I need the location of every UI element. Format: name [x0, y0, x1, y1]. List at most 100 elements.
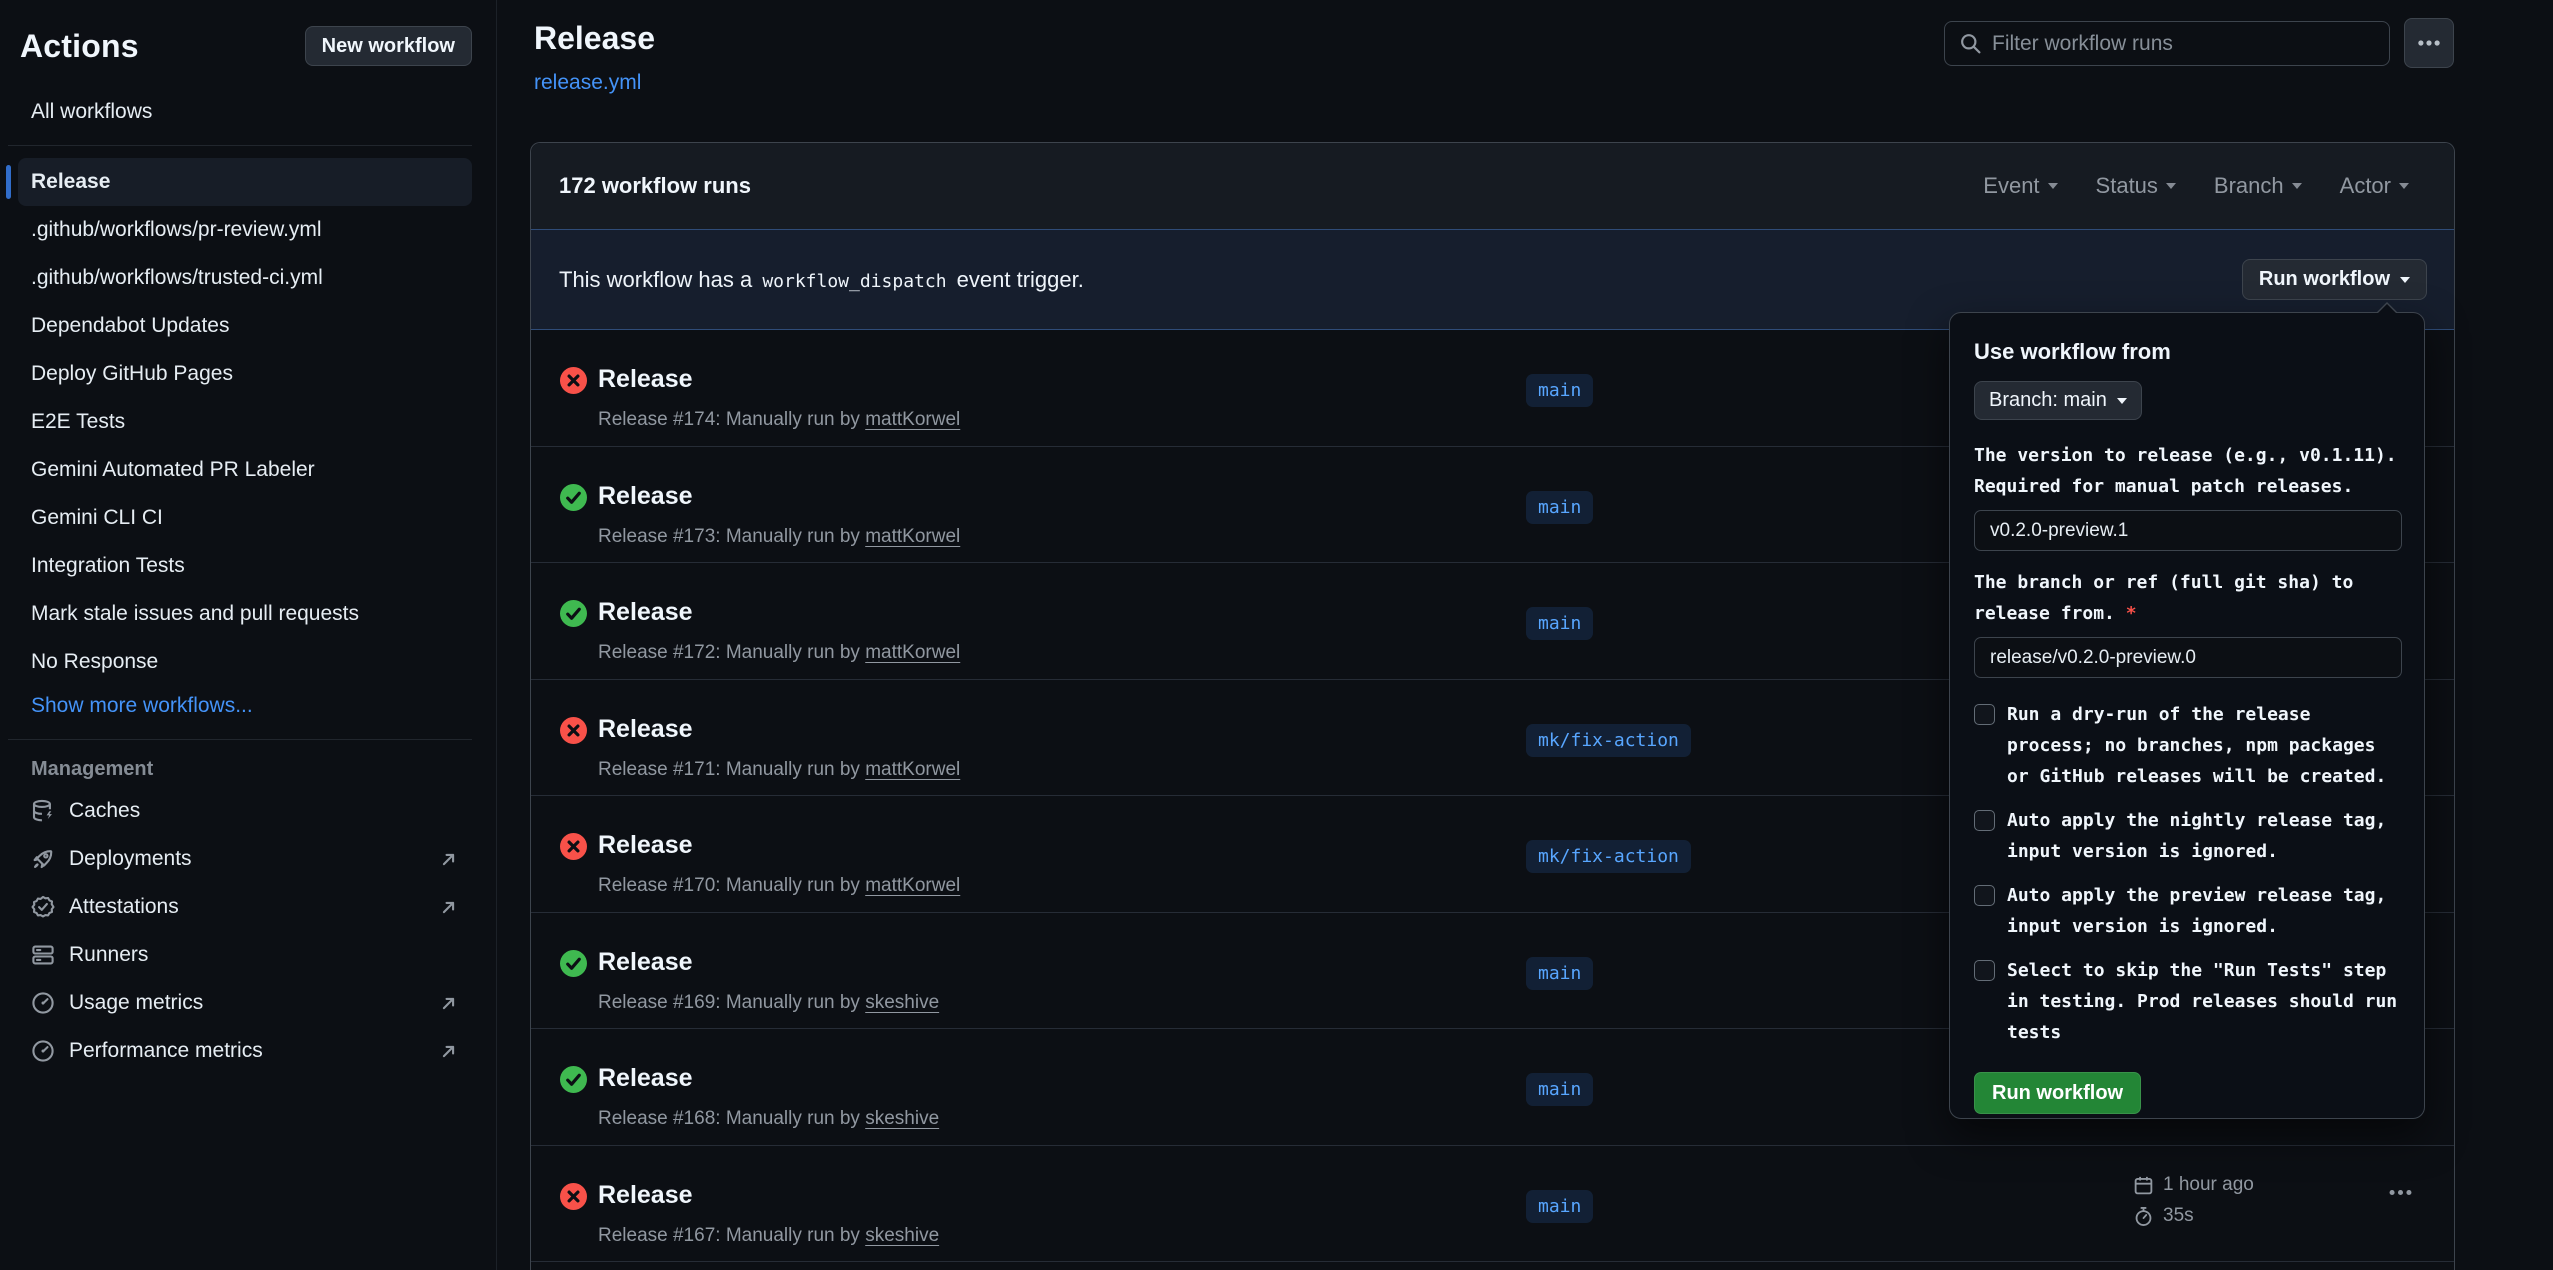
- server-icon: [31, 943, 55, 967]
- run-actor-link[interactable]: skeshive: [865, 1225, 939, 1246]
- banner-text: This workflow has a workflow_dispatch ev…: [559, 267, 1084, 293]
- filter-event[interactable]: Event: [1983, 173, 2057, 199]
- workflow-input-checkbox-row: Auto apply the preview release tag, inpu…: [1974, 880, 2400, 942]
- branch-badge[interactable]: main: [1526, 491, 1593, 524]
- check-circle-icon: [560, 600, 587, 627]
- workflow-options-kebab-button[interactable]: [2404, 18, 2454, 68]
- run-actor-link[interactable]: skeshive: [865, 992, 939, 1013]
- run-title-link[interactable]: Release: [598, 831, 693, 860]
- chevron-down-icon: [2400, 277, 2410, 283]
- management-item-performance-metrics[interactable]: Performance metrics: [18, 1027, 472, 1075]
- workflow-input-checkbox-row: Run a dry-run of the release process; no…: [1974, 699, 2400, 792]
- cache-icon: [31, 799, 55, 823]
- arrow-up-right-icon: [438, 1041, 459, 1062]
- x-circle-icon: [560, 833, 587, 860]
- run-title-link[interactable]: Release: [598, 598, 693, 627]
- search-icon: [1959, 32, 1982, 55]
- checkbox[interactable]: [1974, 704, 1995, 725]
- branch-badge[interactable]: main: [1526, 1073, 1593, 1106]
- run-description: Release #174: Manually run by mattKorwel: [598, 409, 960, 431]
- run-description: Release #167: Manually run by skeshive: [598, 1225, 939, 1247]
- workflow-list: Release.github/workflows/pr-review.yml.g…: [0, 158, 496, 686]
- management-heading: Management: [31, 758, 472, 781]
- management-item-caches[interactable]: Caches: [18, 787, 472, 835]
- management-item-attestations[interactable]: Attestations: [18, 883, 472, 931]
- show-more-workflows-link[interactable]: Show more workflows...: [18, 686, 472, 726]
- run-actor-link[interactable]: skeshive: [865, 1108, 939, 1129]
- management-item-label: Deployments: [69, 847, 192, 871]
- workflow-runs-count: 172 workflow runs: [559, 173, 751, 199]
- checkbox-label: Auto apply the nightly release tag, inpu…: [2007, 805, 2400, 867]
- workflow-file-link[interactable]: release.yml: [534, 71, 641, 95]
- filter-branch[interactable]: Branch: [2214, 173, 2302, 199]
- sidebar-divider: [8, 145, 472, 146]
- sidebar-workflow-item[interactable]: E2E Tests: [18, 398, 472, 446]
- run-description: Release #172: Manually run by mattKorwel: [598, 642, 960, 664]
- management-item-label: Caches: [69, 799, 140, 823]
- sidebar-workflow-item[interactable]: No Response: [18, 638, 472, 686]
- run-title-link[interactable]: Release: [598, 948, 693, 977]
- filter-status[interactable]: Status: [2096, 173, 2176, 199]
- run-workflow-submit-button[interactable]: Run workflow: [1974, 1072, 2141, 1114]
- management-item-label: Attestations: [69, 895, 179, 919]
- sidebar-workflow-item[interactable]: Gemini CLI CI: [18, 494, 472, 542]
- sidebar-divider: [8, 739, 472, 740]
- workflow-run-row: Release Release #167: Manually run by ske…: [531, 1146, 2454, 1263]
- branch-badge[interactable]: mk/fix-action: [1526, 724, 1691, 757]
- run-actor-link[interactable]: mattKorwel: [865, 526, 960, 547]
- run-title-link[interactable]: Release: [598, 1181, 693, 1210]
- checkbox-label: Select to skip the "Run Tests" step in t…: [2007, 955, 2400, 1048]
- management-item-deployments[interactable]: Deployments: [18, 835, 472, 883]
- checkbox[interactable]: [1974, 810, 1995, 831]
- run-filters: Event Status Branch Actor: [1983, 173, 2409, 199]
- run-title-link[interactable]: Release: [598, 482, 693, 511]
- sidebar-workflow-item[interactable]: Dependabot Updates: [18, 302, 472, 350]
- filter-actor[interactable]: Actor: [2340, 173, 2409, 199]
- filter-workflow-runs-input[interactable]: [1992, 32, 2375, 56]
- sidebar-workflow-item[interactable]: Mark stale issues and pull requests: [18, 590, 472, 638]
- management-item-runners[interactable]: Runners: [18, 931, 472, 979]
- branch-selector-button[interactable]: Branch: main: [1974, 381, 2142, 420]
- new-workflow-button[interactable]: New workflow: [305, 26, 472, 66]
- rocket-icon: [31, 847, 55, 871]
- workflow-input-checkboxes: Run a dry-run of the release process; no…: [1974, 699, 2400, 1048]
- branch-badge[interactable]: main: [1526, 957, 1593, 990]
- run-actor-link[interactable]: mattKorwel: [865, 875, 960, 896]
- ref-input-label: The branch or ref (full git sha) to rele…: [1974, 567, 2400, 629]
- run-actor-link[interactable]: mattKorwel: [865, 759, 960, 780]
- branch-badge[interactable]: main: [1526, 607, 1593, 640]
- management-item-usage-metrics[interactable]: Usage metrics: [18, 979, 472, 1027]
- version-input-label: The version to release (e.g., v0.1.11). …: [1974, 440, 2400, 502]
- sidebar-workflow-item[interactable]: Integration Tests: [18, 542, 472, 590]
- management-item-label: Performance metrics: [69, 1039, 263, 1063]
- workflow-input-checkbox-row: Select to skip the "Run Tests" step in t…: [1974, 955, 2400, 1048]
- run-title-link[interactable]: Release: [598, 365, 693, 394]
- checkbox[interactable]: [1974, 885, 1995, 906]
- run-actor-link[interactable]: mattKorwel: [865, 409, 960, 430]
- version-input[interactable]: [1974, 510, 2402, 551]
- run-title-link[interactable]: Release: [598, 1064, 693, 1093]
- sidebar-item-all-workflows[interactable]: All workflows: [18, 92, 472, 132]
- sidebar-workflow-item[interactable]: Deploy GitHub Pages: [18, 350, 472, 398]
- run-time: 1 hour ago: [2163, 1174, 2254, 1196]
- stopwatch-icon: [2133, 1206, 2154, 1227]
- sidebar-workflow-item[interactable]: Gemini Automated PR Labeler: [18, 446, 472, 494]
- run-workflow-dropdown-button[interactable]: Run workflow: [2242, 259, 2427, 300]
- ref-input[interactable]: [1974, 637, 2402, 678]
- arrow-up-right-icon: [438, 897, 459, 918]
- run-actor-link[interactable]: mattKorwel: [865, 642, 960, 663]
- branch-badge[interactable]: main: [1526, 1190, 1593, 1223]
- filter-workflow-runs-box: [1944, 21, 2390, 66]
- run-kebab-menu-icon[interactable]: [2383, 1179, 2417, 1206]
- chevron-down-icon: [2048, 183, 2058, 189]
- meter-icon: [31, 1039, 55, 1063]
- sidebar-workflow-item[interactable]: .github/workflows/trusted-ci.yml: [18, 254, 472, 302]
- workflow-input-checkbox-row: Auto apply the nightly release tag, inpu…: [1974, 805, 2400, 867]
- checkbox[interactable]: [1974, 960, 1995, 981]
- run-title-link[interactable]: Release: [598, 715, 693, 744]
- sidebar-workflow-item[interactable]: .github/workflows/pr-review.yml: [18, 206, 472, 254]
- branch-badge[interactable]: main: [1526, 374, 1593, 407]
- branch-badge[interactable]: mk/fix-action: [1526, 840, 1691, 873]
- run-duration: 35s: [2163, 1205, 2194, 1227]
- sidebar-workflow-item[interactable]: Release: [18, 158, 472, 206]
